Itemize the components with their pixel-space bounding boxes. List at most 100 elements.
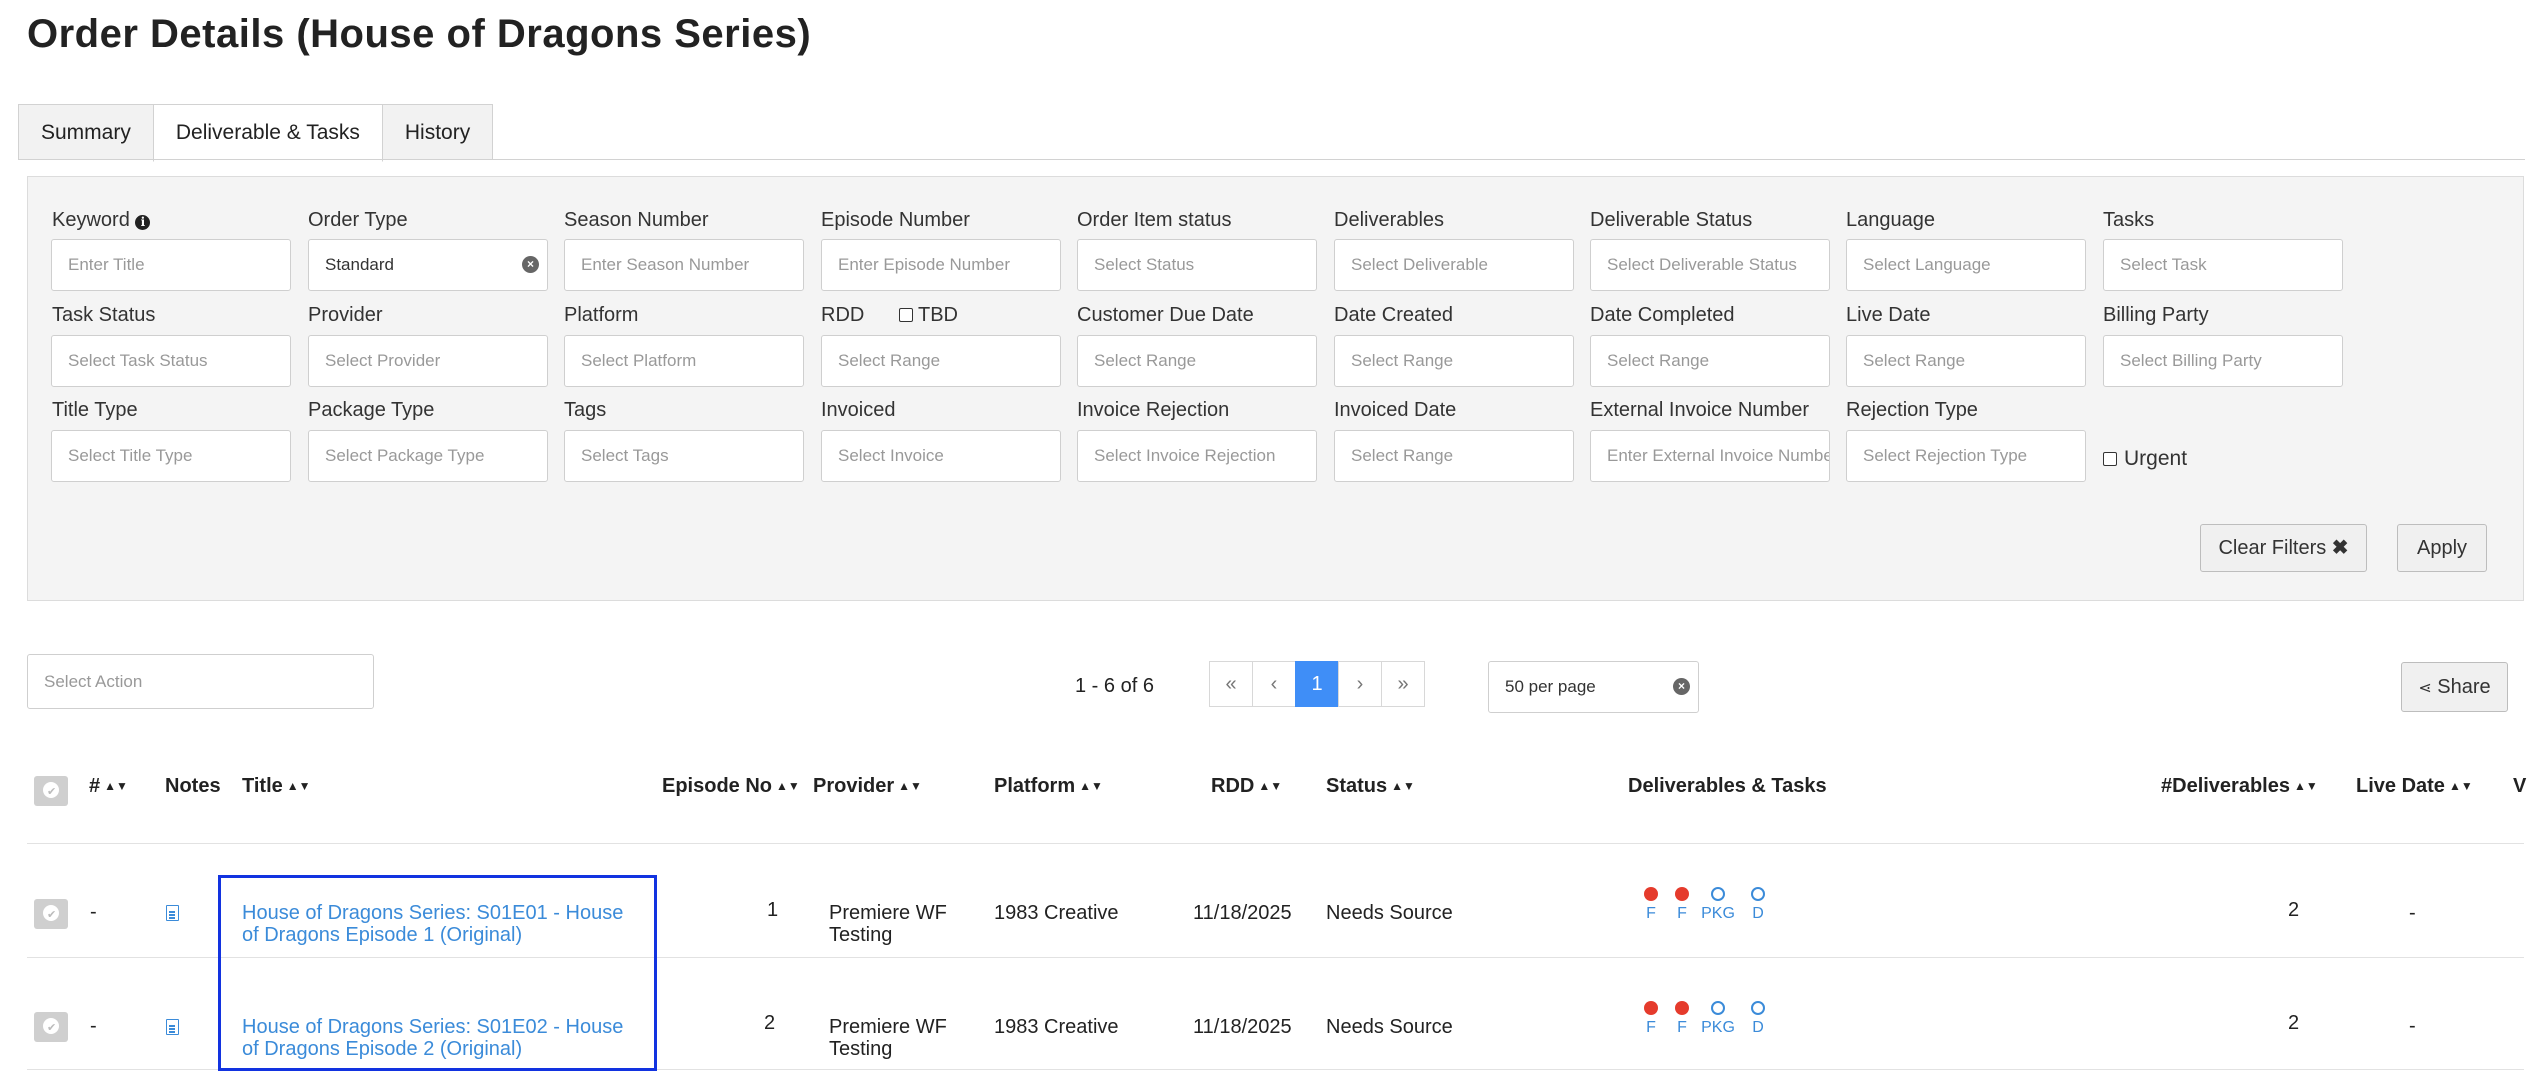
episode-number-input[interactable]: Enter Episode Number [821, 239, 1061, 291]
sort-icon: ▲▼ [2448, 779, 2473, 793]
deliverable-status-dot[interactable] [1711, 1001, 1725, 1015]
prev-page-button[interactable]: ‹ [1252, 661, 1296, 707]
page-title: Order Details (House of Dragons Series) [27, 12, 812, 56]
provider: Premiere WF Testing [829, 1016, 947, 1060]
notes-icon[interactable] [166, 1019, 179, 1035]
rdd-range-input[interactable]: Select Range [821, 335, 1061, 387]
deliverable-label: D [1752, 905, 1764, 922]
deliverable-status-dot[interactable] [1751, 887, 1765, 901]
date-completed-range-input[interactable]: Select Range [1590, 335, 1830, 387]
column-header-provider[interactable]: Provider ▲▼ [813, 775, 922, 798]
tasks-label: Tasks [2103, 209, 2155, 231]
notes-icon[interactable] [166, 905, 179, 921]
episode-number: 2 [764, 1012, 776, 1034]
language-select[interactable]: Select Language [1846, 239, 2086, 291]
external-invoice-number-input[interactable]: Enter External Invoice Number [1590, 430, 1830, 482]
provider-select[interactable]: Select Provider [308, 335, 548, 387]
title-type-select[interactable]: Select Title Type [51, 430, 291, 482]
billing-party-select[interactable]: Select Billing Party [2103, 335, 2343, 387]
live-date-range-input[interactable]: Select Range [1846, 335, 2086, 387]
rejection-type-select[interactable]: Select Rejection Type [1846, 430, 2086, 482]
task-status-select[interactable]: Select Task Status [51, 335, 291, 387]
row-number: - [90, 901, 97, 923]
share-icon: ⋖ [2418, 680, 2432, 697]
last-page-button[interactable]: » [1381, 661, 1425, 707]
column-header-notes: Notes [165, 775, 221, 797]
tbd-checkbox[interactable] [899, 308, 913, 322]
first-page-button[interactable]: « [1209, 661, 1253, 707]
sort-icon: ▲▼ [1079, 779, 1103, 793]
select-all-checkbox[interactable]: ✔ [34, 776, 68, 806]
action-select[interactable]: Select Action [27, 654, 374, 709]
apply-button[interactable]: Apply [2397, 524, 2487, 572]
customer-due-date-range-input[interactable]: Select Range [1077, 335, 1317, 387]
order-item-status-label: Order Item status [1077, 209, 1232, 231]
clear-order-type-icon[interactable]: × [522, 256, 539, 273]
language-label: Language [1846, 209, 1935, 231]
sort-icon: ▲▼ [776, 779, 800, 793]
deliverable-status-dot[interactable] [1751, 1001, 1765, 1015]
deliverable-status-dot[interactable] [1711, 887, 1725, 901]
column-header-rdd[interactable]: RDD ▲▼ [1211, 775, 1282, 798]
column-header-number[interactable]: # ▲▼ [89, 775, 128, 798]
deliverable-status-dot[interactable] [1644, 1001, 1658, 1015]
clear-filters-button[interactable]: Clear Filters ✖ [2200, 524, 2367, 572]
invoiced-label: Invoiced [821, 399, 896, 421]
provider: Premiere WF Testing [829, 902, 947, 946]
platform: 1983 Creative [994, 1016, 1119, 1038]
deliverables-count: 2 [2288, 1012, 2300, 1034]
urgent-checkbox[interactable] [2103, 452, 2117, 466]
order-type-select[interactable]: Standard × [308, 239, 548, 291]
status: Needs Source [1326, 1016, 1453, 1038]
rejection-type-label: Rejection Type [1846, 399, 1978, 421]
platform-select[interactable]: Select Platform [564, 335, 804, 387]
next-page-button[interactable]: › [1338, 661, 1382, 707]
deliverable-status-dot[interactable] [1675, 887, 1689, 901]
task-status-label: Task Status [52, 304, 156, 326]
customer-due-date-label: Customer Due Date [1077, 304, 1254, 326]
deliverable-label: F [1646, 905, 1656, 922]
column-header-deliverables-tasks: Deliverables & Tasks [1628, 775, 1827, 797]
row-checkbox[interactable]: ✔ [34, 1012, 68, 1042]
status: Needs Source [1326, 902, 1453, 924]
clear-per-page-icon[interactable]: × [1673, 678, 1690, 695]
date-created-range-input[interactable]: Select Range [1334, 335, 1574, 387]
column-header-platform[interactable]: Platform ▲▼ [994, 775, 1103, 798]
keyword-label: Keyword i [52, 209, 151, 232]
tasks-select[interactable]: Select Task [2103, 239, 2343, 291]
tab-history[interactable]: History [381, 104, 494, 160]
deliverable-status-dot[interactable] [1675, 1001, 1689, 1015]
deliverable-label: PKG [1701, 905, 1735, 922]
tags-select[interactable]: Select Tags [564, 430, 804, 482]
per-page-select[interactable]: 50 per page × [1488, 661, 1699, 713]
column-header-title[interactable]: Title ▲▼ [242, 775, 311, 798]
deliverable-label: F [1677, 905, 1687, 922]
package-type-select[interactable]: Select Package Type [308, 430, 548, 482]
column-header-status[interactable]: Status ▲▼ [1326, 775, 1415, 798]
column-header-live-date[interactable]: Live Date ▲▼ [2356, 775, 2473, 798]
deliverable-status-dot[interactable] [1644, 887, 1658, 901]
deliverables-select[interactable]: Select Deliverable [1334, 239, 1574, 291]
keyword-input[interactable]: Enter Title [51, 239, 291, 291]
episode-number: 1 [767, 899, 779, 921]
order-item-status-select[interactable]: Select Status [1077, 239, 1317, 291]
column-header-num-deliverables[interactable]: #Deliverables ▲▼ [2161, 775, 2318, 798]
invoiced-select[interactable]: Select Invoice [821, 430, 1061, 482]
tab-summary[interactable]: Summary [18, 104, 154, 160]
share-button[interactable]: ⋖ Share [2401, 662, 2508, 712]
page-button-current[interactable]: 1 [1295, 661, 1339, 707]
invoice-rejection-label: Invoice Rejection [1077, 399, 1230, 421]
info-icon[interactable]: i [135, 215, 151, 230]
deliverable-label: D [1752, 1019, 1764, 1036]
urgent-label: Urgent [2124, 447, 2188, 470]
sort-icon: ▲▼ [2293, 779, 2318, 793]
deliverable-status-select[interactable]: Select Deliverable Status [1590, 239, 1830, 291]
column-header-episode[interactable]: Episode No ▲▼ [662, 775, 800, 798]
row-checkbox[interactable]: ✔ [34, 899, 68, 929]
tab-deliverables-tasks[interactable]: Deliverable & Tasks [152, 104, 383, 162]
invoice-rejection-select[interactable]: Select Invoice Rejection [1077, 430, 1317, 482]
sort-icon: ▲▼ [286, 779, 311, 793]
rdd-date: 11/18/2025 [1193, 1016, 1292, 1038]
invoiced-date-range-input[interactable]: Select Range [1334, 430, 1574, 482]
season-number-input[interactable]: Enter Season Number [564, 239, 804, 291]
